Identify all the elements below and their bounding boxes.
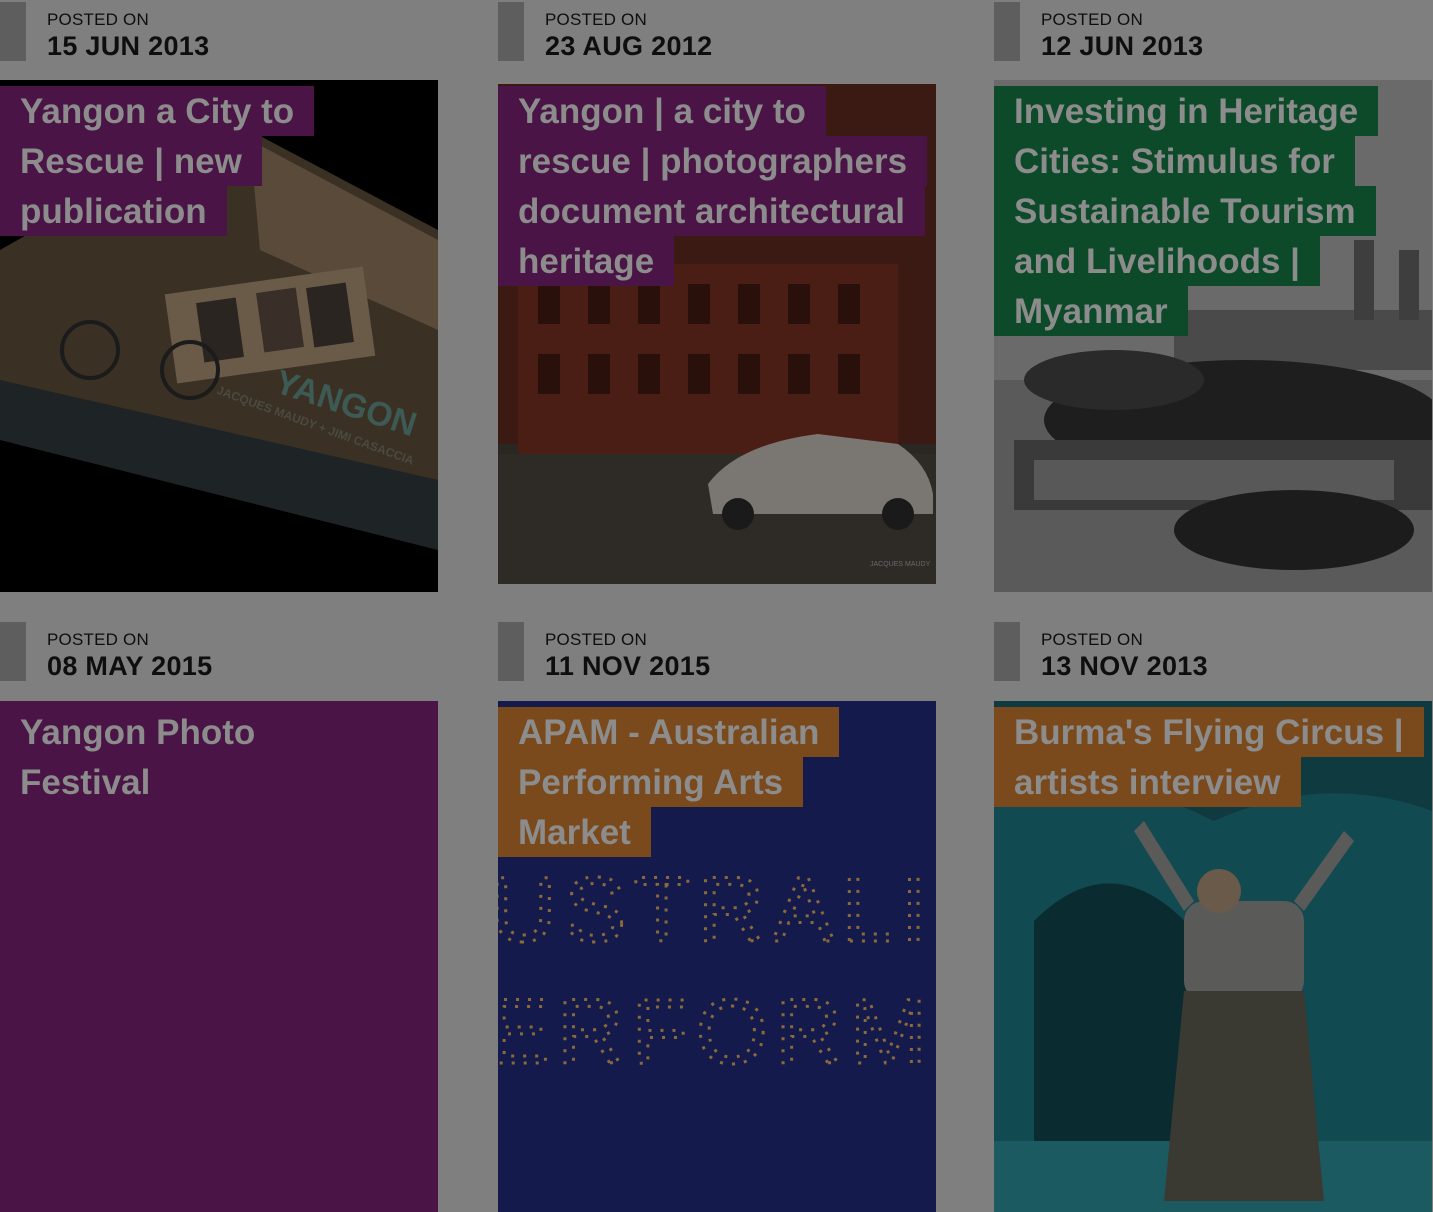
post-title-line: Market — [498, 807, 651, 857]
post-title-line: Yangon a City to — [0, 86, 315, 136]
post-thumbnail[interactable]: Investing in Heritage Cities: Stimulus f… — [994, 80, 1432, 592]
post-meta: POSTED ON 12 JUN 2013 — [994, 0, 1432, 62]
post-thumbnail[interactable]: YANGON JACQUES MAUDY + JIMI CASACCIA Yan… — [0, 80, 438, 592]
post-title[interactable]: Investing in Heritage Cities: Stimulus f… — [994, 86, 1379, 336]
date-marker — [994, 622, 1020, 681]
post-thumbnail[interactable]: JACQUES MAUDY Yangon | a city to rescue … — [498, 84, 936, 584]
post-date: 12 JUN 2013 — [1041, 31, 1204, 61]
post-meta: POSTED ON 11 NOV 2015 — [498, 620, 936, 682]
post-date: 23 AUG 2012 — [545, 31, 713, 61]
post-title-line: Cities: Stimulus for — [994, 136, 1355, 186]
post-title-line: Investing in Heritage — [994, 86, 1379, 136]
date-marker — [0, 622, 26, 681]
posted-on-label: POSTED ON — [1041, 630, 1143, 649]
date-marker — [498, 622, 524, 681]
post-title[interactable]: Burma's Flying Circus | artists intervie… — [994, 707, 1424, 807]
post-thumbnail[interactable]: USTRALI ERFORM APAM - Australian Perform… — [498, 701, 936, 1212]
post-title[interactable]: Yangon | a city to rescue | photographer… — [498, 86, 928, 286]
post-title-line: Sustainable Tourism — [994, 186, 1376, 236]
post-title-line: Myanmar — [994, 286, 1188, 336]
post-date: 08 MAY 2015 — [47, 651, 213, 681]
post-thumbnail[interactable]: Burma's Flying Circus | artists intervie… — [994, 701, 1432, 1212]
post-title-line: publication — [0, 186, 227, 236]
post-title-line: Performing Arts — [498, 757, 804, 807]
date-marker — [0, 2, 26, 61]
post-meta: POSTED ON 08 MAY 2015 — [0, 620, 438, 682]
post-title-line: Yangon | a city to — [498, 86, 826, 136]
posted-on-label: POSTED ON — [545, 630, 647, 649]
post-date: 11 NOV 2015 — [545, 651, 711, 681]
poster-text-line-2: ERFORM — [498, 981, 935, 1083]
photo-credit: JACQUES MAUDY — [870, 561, 931, 568]
post-date: 15 JUN 2013 — [47, 31, 210, 61]
post-meta: POSTED ON 23 AUG 2012 — [498, 0, 936, 62]
post-title-line: and Livelihoods | — [994, 236, 1320, 286]
date-marker — [498, 2, 524, 61]
post-title-line: artists interview — [994, 757, 1301, 807]
date-marker — [994, 2, 1020, 61]
post-title-line: Rescue | new — [0, 136, 262, 186]
posted-on-label: POSTED ON — [545, 10, 647, 29]
post-thumbnail[interactable]: Yangon Photo Festival — [0, 701, 438, 1212]
posted-on-label: POSTED ON — [47, 630, 149, 649]
post-title-line: heritage — [498, 236, 675, 286]
post-title-line: Festival — [20, 763, 151, 802]
posted-on-label: POSTED ON — [47, 10, 149, 29]
post-title[interactable]: Yangon Photo Festival — [0, 707, 275, 807]
post-title-line: Yangon Photo — [20, 713, 256, 752]
post-meta: POSTED ON 15 JUN 2013 — [0, 0, 438, 62]
post-date: 13 NOV 2013 — [1041, 651, 1208, 681]
post-title[interactable]: Yangon a City to Rescue | new publicatio… — [0, 86, 315, 236]
post-title-line: APAM - Australian — [498, 707, 840, 757]
poster-text-line-1: USTRALI — [498, 859, 935, 961]
post-meta: POSTED ON 13 NOV 2013 — [994, 620, 1432, 682]
post-title-line: Burma's Flying Circus | — [994, 707, 1424, 757]
post-title-line: rescue | photographers — [498, 136, 928, 186]
post-title[interactable]: APAM - Australian Performing Arts Market — [498, 707, 840, 857]
posted-on-label: POSTED ON — [1041, 10, 1143, 29]
post-title-line: document architectural — [498, 186, 926, 236]
